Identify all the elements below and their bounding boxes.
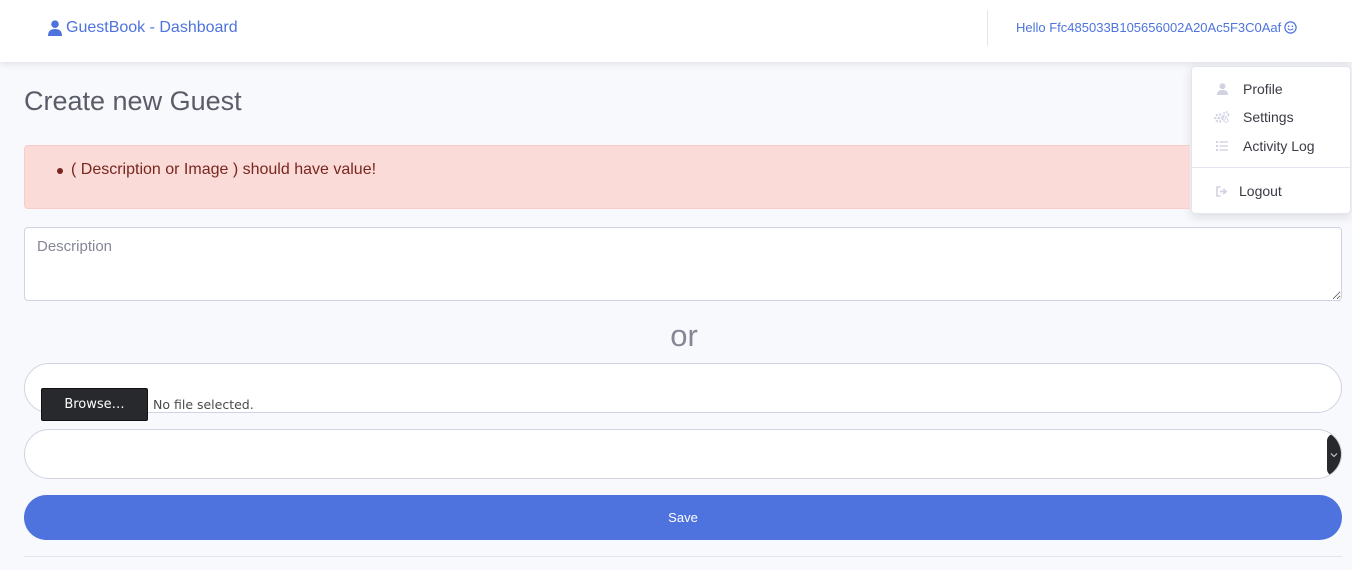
menu-item-logout[interactable]: Logout <box>1192 178 1350 204</box>
description-field[interactable] <box>24 227 1342 301</box>
greeting-text: Hello Ffc485033B105656002A20Ac5F3C0Aaf <box>1016 19 1282 35</box>
chevron-down-icon <box>1330 453 1338 458</box>
file-status-text: No file selected. <box>153 397 254 412</box>
menu-item-label: Settings <box>1243 109 1294 125</box>
bottom-divider <box>24 556 1342 557</box>
menu-item-profile[interactable]: Profile <box>1192 76 1350 102</box>
menu-item-settings[interactable]: Settings <box>1192 104 1350 130</box>
or-separator: or <box>670 318 698 353</box>
page-title: Create new Guest <box>24 86 242 116</box>
menu-item-label: Logout <box>1239 183 1282 199</box>
save-button[interactable]: Save <box>24 495 1342 540</box>
brand-text: GuestBook - Dashboard <box>66 19 238 36</box>
dropdown-divider <box>1192 167 1350 168</box>
list-icon <box>1214 141 1230 151</box>
user-dropdown-menu: Profile Settings Activity Log Logout <box>1191 66 1351 214</box>
select-arrow[interactable] <box>1327 434 1341 476</box>
user-icon <box>1214 83 1230 95</box>
cogs-icon <box>1214 111 1230 123</box>
browse-button[interactable]: Browse… <box>41 388 148 421</box>
guest-select[interactable] <box>24 429 1342 479</box>
user-menu-toggle[interactable]: Hello Ffc485033B105656002A20Ac5F3C0Aaf <box>1016 18 1297 36</box>
brand-link[interactable]: GuestBook - Dashboard <box>48 18 238 38</box>
topbar: GuestBook - Dashboard Hello Ffc485033B10… <box>0 0 1352 62</box>
menu-item-label: Activity Log <box>1243 138 1315 154</box>
user-icon <box>48 20 62 36</box>
error-message: ( Description or Image ) should have val… <box>56 161 377 178</box>
topbar-divider <box>987 10 988 46</box>
menu-item-activity-log[interactable]: Activity Log <box>1192 133 1350 159</box>
error-alert: ( Description or Image ) should have val… <box>24 145 1190 209</box>
smile-icon <box>1284 20 1297 34</box>
menu-item-label: Profile <box>1243 81 1283 97</box>
sign-out-icon <box>1214 185 1230 197</box>
